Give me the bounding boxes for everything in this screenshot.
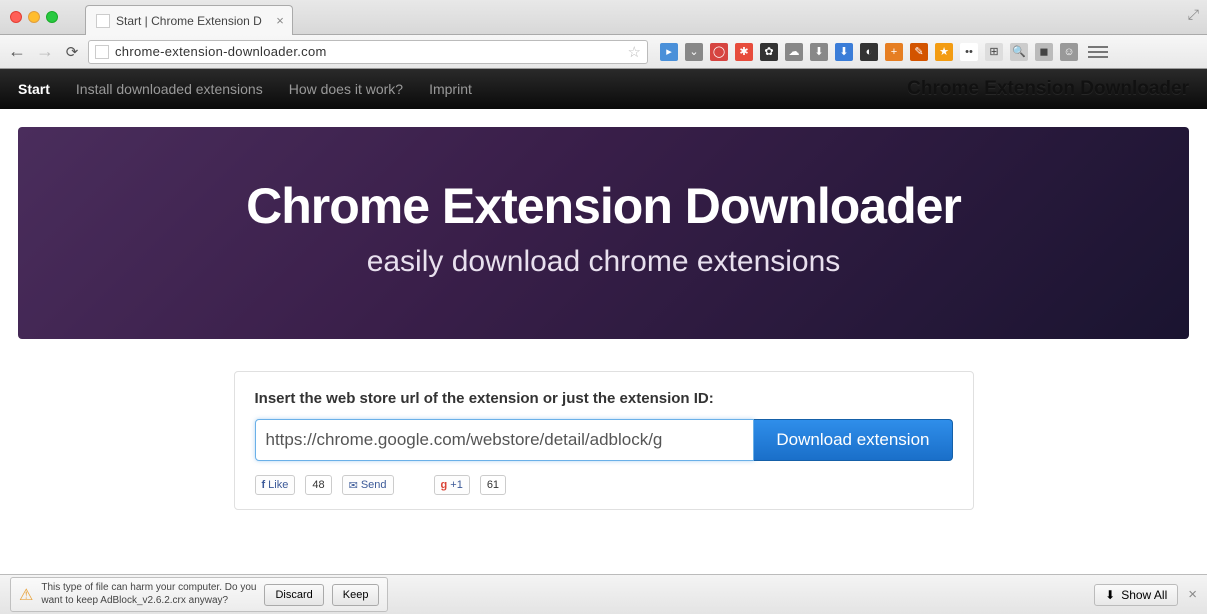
extension-icon[interactable]: ⌄ — [685, 43, 703, 61]
extension-icon[interactable]: ★ — [935, 43, 953, 61]
back-button[interactable]: ← — [6, 41, 28, 62]
facebook-icon: f — [262, 479, 266, 491]
nav-item-start[interactable]: Start — [18, 71, 50, 107]
download-arrow-icon: ⬇ — [1105, 588, 1115, 602]
browser-titlebar: Start | Chrome Extension D × ⤢ — [0, 0, 1207, 35]
tab-close-icon[interactable]: × — [276, 13, 284, 28]
site-navbar: Start Install downloaded extensions How do… — [0, 69, 1207, 109]
fullscreen-icon[interactable]: ⤢ — [1188, 6, 1199, 23]
extension-url-input[interactable] — [255, 419, 755, 461]
warning-line2: want to keep AdBlock_v2.6.2.crx anyway? — [41, 595, 256, 608]
extension-icon[interactable]: ✎ — [910, 43, 928, 61]
nav-item-how-does-it-work-[interactable]: How does it work? — [289, 71, 403, 107]
extension-icon[interactable]: + — [885, 43, 903, 61]
forward-button[interactable]: → — [34, 41, 56, 62]
browser-toolbar: ← → ⟳ chrome-extension-downloader.com ☆ … — [0, 35, 1207, 69]
gplus-icon: g — [441, 479, 448, 491]
extension-icon[interactable]: ⬇ — [810, 43, 828, 61]
hero-title: Chrome Extension Downloader — [38, 177, 1169, 235]
gplus-label: +1 — [450, 479, 463, 491]
download-item: ⚠ This type of file can harm your comput… — [10, 577, 388, 612]
extension-icon[interactable]: ◐ — [860, 43, 878, 61]
extension-icon[interactable]: ▸ — [660, 43, 678, 61]
window-controls — [10, 11, 58, 23]
fb-like-button[interactable]: f Like — [255, 475, 296, 495]
nav-item-imprint[interactable]: Imprint — [429, 71, 472, 107]
hero-subtitle: easily download chrome extensions — [38, 245, 1169, 279]
window-maximize-button[interactable] — [46, 11, 58, 23]
fb-like-label: Like — [268, 479, 288, 491]
send-icon: ✉ — [349, 479, 358, 492]
fb-like-count: 48 — [305, 475, 331, 495]
extension-icon[interactable]: 🔍 — [1010, 43, 1028, 61]
downloads-bar: ⚠ This type of file can harm your comput… — [0, 574, 1207, 614]
extension-icon[interactable]: ☁ — [785, 43, 803, 61]
extension-icon[interactable]: ☺ — [1060, 43, 1078, 61]
warning-icon: ⚠ — [19, 585, 33, 605]
nav-item-install-downloaded-extensions[interactable]: Install downloaded extensions — [76, 71, 263, 107]
chrome-menu-button[interactable] — [1088, 46, 1108, 58]
social-row: f Like 48 ✉ Send g +1 61 — [255, 475, 953, 495]
keep-button[interactable]: Keep — [332, 584, 380, 606]
gplus-count: 61 — [480, 475, 506, 495]
extension-icon[interactable]: •• — [960, 43, 978, 61]
extension-icon[interactable]: ✿ — [760, 43, 778, 61]
extension-icon[interactable]: ⬇ — [835, 43, 853, 61]
reload-button[interactable]: ⟳ — [62, 43, 82, 61]
extension-icon[interactable]: ◼ — [1035, 43, 1053, 61]
form-label: Insert the web store url of the extensio… — [255, 390, 953, 407]
close-downloads-bar-button[interactable]: × — [1188, 586, 1197, 603]
extension-icon[interactable]: ⊞ — [985, 43, 1003, 61]
url-text: chrome-extension-downloader.com — [115, 44, 624, 59]
extension-icon[interactable]: ◯ — [710, 43, 728, 61]
fb-send-label: Send — [361, 479, 387, 491]
hero-section: Chrome Extension Downloader easily downl… — [0, 109, 1207, 357]
extension-icons-row: ▸ ⌄ ◯ ✱ ✿ ☁ ⬇ ⬇ ◐ + ✎ ★ •• ⊞ 🔍 ◼ ☺ — [660, 43, 1078, 61]
address-bar[interactable]: chrome-extension-downloader.com ☆ — [88, 40, 648, 64]
fb-send-button[interactable]: ✉ Send — [342, 475, 394, 495]
tab-favicon — [96, 14, 110, 28]
download-warning-text: This type of file can harm your computer… — [41, 582, 256, 607]
input-row: Download extension — [255, 419, 953, 461]
browser-tab[interactable]: Start | Chrome Extension D × — [85, 5, 293, 35]
download-card: Insert the web store url of the extensio… — [234, 371, 974, 510]
bookmark-star-icon[interactable]: ☆ — [628, 43, 641, 61]
page-favicon — [95, 45, 109, 59]
window-minimize-button[interactable] — [28, 11, 40, 23]
site-brand: Chrome Extension Downloader — [907, 78, 1189, 100]
tab-title: Start | Chrome Extension D — [116, 14, 262, 28]
extension-icon[interactable]: ✱ — [735, 43, 753, 61]
show-all-label: Show All — [1121, 588, 1167, 602]
download-button[interactable]: Download extension — [754, 419, 952, 461]
show-all-downloads-button[interactable]: ⬇ Show All — [1094, 584, 1178, 606]
window-close-button[interactable] — [10, 11, 22, 23]
warning-line1: This type of file can harm your computer… — [41, 582, 256, 595]
gplus-button[interactable]: g +1 — [434, 475, 470, 495]
discard-button[interactable]: Discard — [264, 584, 323, 606]
hero-banner: Chrome Extension Downloader easily downl… — [18, 127, 1189, 339]
